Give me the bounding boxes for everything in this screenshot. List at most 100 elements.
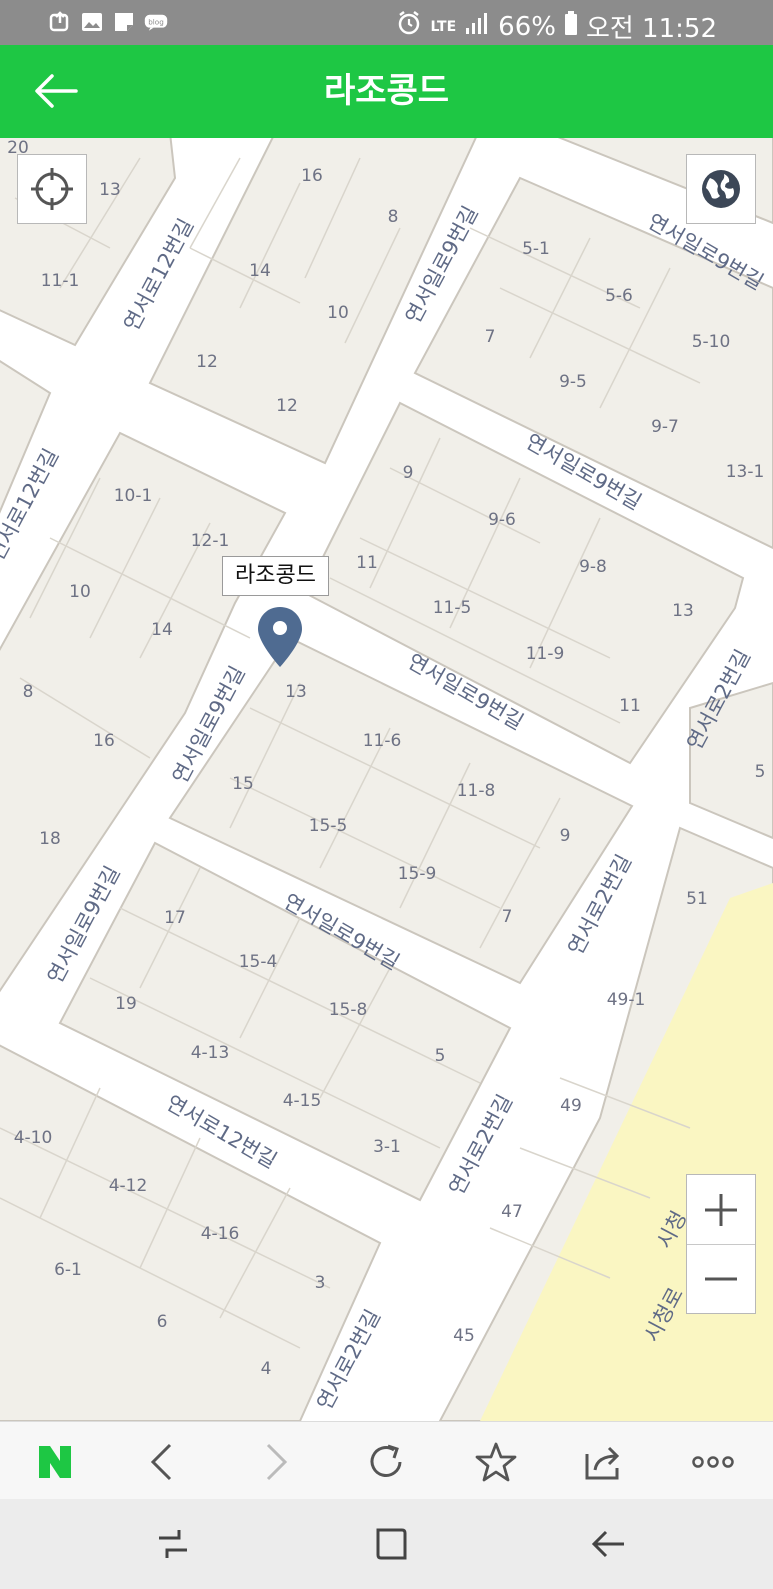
building-number: 13 [99,180,121,200]
home-square-icon [376,1528,407,1560]
map-type-button[interactable] [686,154,756,224]
page-title: 라조콩드 [323,71,450,111]
place-label[interactable]: 라조콩드 [222,556,329,596]
building-number: 11-8 [457,781,496,801]
building-number: 12 [196,352,218,372]
battery-percent: 66% [498,11,556,42]
arrow-left-icon [35,74,78,108]
recent-apps-icon [159,1530,187,1558]
battery-icon [564,10,578,43]
building-number: 19 [115,994,137,1014]
building-number: 4-15 [283,1091,322,1111]
building-number: 49 [560,1096,582,1116]
map-canvas[interactable]: 201311-1168141012125-15-67 5-109-59-713-1… [0,138,773,1421]
building-number: 9-7 [651,417,679,437]
gallery-icon [80,10,104,34]
recent-apps-button[interactable] [143,1517,203,1571]
building-number: 5 [435,1046,446,1066]
building-number: 15-4 [239,952,278,972]
system-nav-bar [0,1499,773,1589]
share-icon [585,1446,620,1480]
more-dots-icon [692,1456,734,1468]
note-icon [112,10,136,34]
building-number: 11-1 [41,271,80,291]
building-number: 17 [164,908,186,928]
building-number: 9-5 [559,372,587,392]
building-number: 16 [301,166,323,186]
building-number: 11-5 [433,598,472,618]
naver-home-button[interactable] [25,1432,85,1492]
building-number: 8 [388,207,399,227]
current-location-button[interactable] [17,154,87,224]
building-number: 15-9 [398,864,437,884]
more-button[interactable] [683,1432,743,1492]
building-number: 10 [69,582,91,602]
chevron-right-icon [266,1443,288,1481]
app-header: 라조콩드 [0,45,773,138]
back-button[interactable] [24,63,88,119]
browser-forward-button[interactable] [245,1432,305,1492]
building-number: 6 [157,1312,168,1332]
crosshair-icon [31,168,73,210]
building-number: 18 [39,829,61,849]
notification-icons: blog [48,10,168,34]
home-button[interactable] [360,1517,420,1571]
building-number: 10 [327,303,349,323]
plus-icon [705,1193,737,1226]
building-number: 3-1 [373,1137,401,1157]
building-number: 13 [285,682,307,702]
building-number: 13 [672,601,694,621]
chevron-left-icon [150,1443,172,1481]
building-number: 15-5 [309,816,348,836]
building-number: 9-6 [488,510,516,530]
building-number: 16 [93,731,115,751]
building-number: 4-12 [109,1176,148,1196]
building-number: 8 [23,682,34,702]
share-button[interactable] [573,1432,633,1492]
system-back-button[interactable] [578,1517,638,1571]
building-number: 7 [485,327,496,347]
zoom-in-button[interactable] [687,1175,755,1244]
building-number: 3 [315,1273,326,1293]
building-number: 5-10 [692,332,731,352]
building-number: 11 [356,553,378,573]
building-number: 9 [403,463,414,483]
building-number: 11-6 [363,731,402,751]
refresh-button[interactable] [356,1432,416,1492]
status-right: LTE 66% 오전 11:52 [396,8,717,45]
building-number: 4-16 [201,1224,240,1244]
building-number: 49-1 [607,990,646,1010]
globe-icon [702,170,740,208]
building-number: 5 [755,762,766,782]
building-number: 14 [151,620,173,640]
map-view[interactable]: 20 13 11-1 16 8 14 10 12 12 5-1 5-6 7 5-10 9-5 9-7 13-1… [0,138,773,1421]
building-number: 6-1 [54,1260,82,1280]
upload-icon [48,10,72,34]
network-type: LTE [430,18,457,35]
building-number: 9 [560,826,571,846]
clock: 오전 11:52 [585,14,717,44]
building-number: 47 [501,1202,523,1222]
location-pin-icon[interactable] [256,605,304,669]
building-number: 4-13 [191,1043,230,1063]
zoom-control [686,1174,756,1314]
zoom-out-button[interactable] [687,1244,755,1313]
building-number: 11 [619,696,641,716]
alarm-icon [396,10,422,43]
building-number: 45 [453,1326,475,1346]
browser-back-button[interactable] [133,1432,193,1492]
building-number: 4 [261,1359,272,1379]
naver-logo-icon [39,1446,71,1478]
building-number: 15 [232,774,254,794]
building-number: 5-6 [605,286,633,306]
bookmark-button[interactable] [466,1432,526,1492]
building-number: 14 [249,261,271,281]
back-arrow-icon [591,1530,624,1558]
refresh-icon [370,1444,402,1477]
building-number: 51 [686,889,708,909]
building-number: 10-1 [114,486,153,506]
blog-icon-text: blog [148,17,164,26]
status-bar: blog LTE 66% 오전 11:52 [0,0,773,45]
star-icon [475,1442,517,1482]
building-number: 7 [502,907,513,927]
